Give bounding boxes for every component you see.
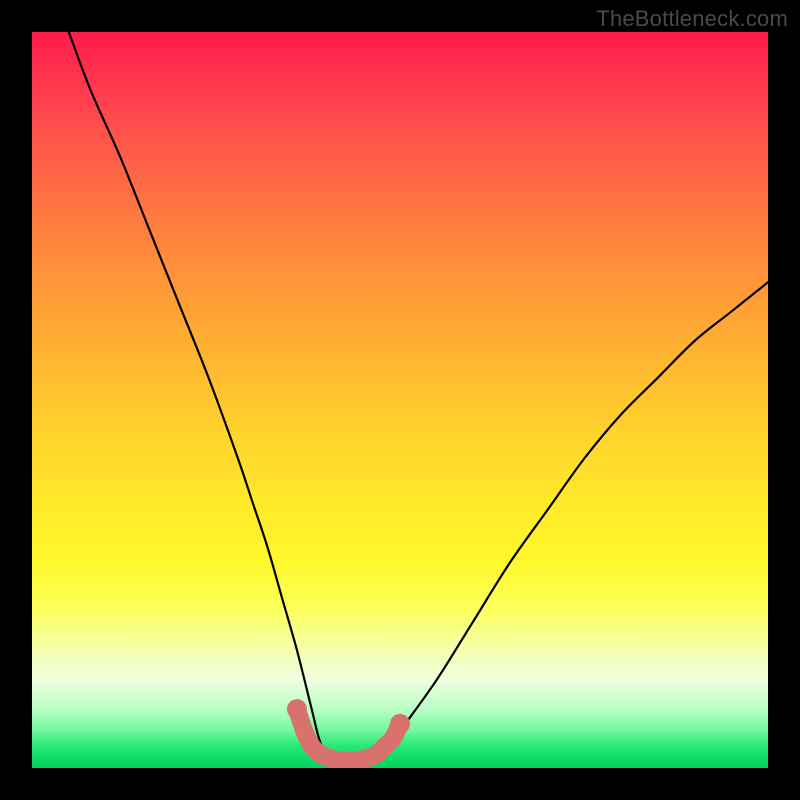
- bottleneck-curve-path: [69, 32, 768, 761]
- plot-area: [32, 32, 768, 768]
- chart-container: TheBottleneck.com: [0, 0, 800, 800]
- watermark-text: TheBottleneck.com: [596, 6, 788, 32]
- trough-marker-dot: [287, 699, 307, 719]
- trough-markers-path: [297, 709, 400, 761]
- trough-marker-dot: [390, 714, 410, 734]
- trough-markers-group: [287, 699, 410, 761]
- bottleneck-curve-svg: [32, 32, 768, 768]
